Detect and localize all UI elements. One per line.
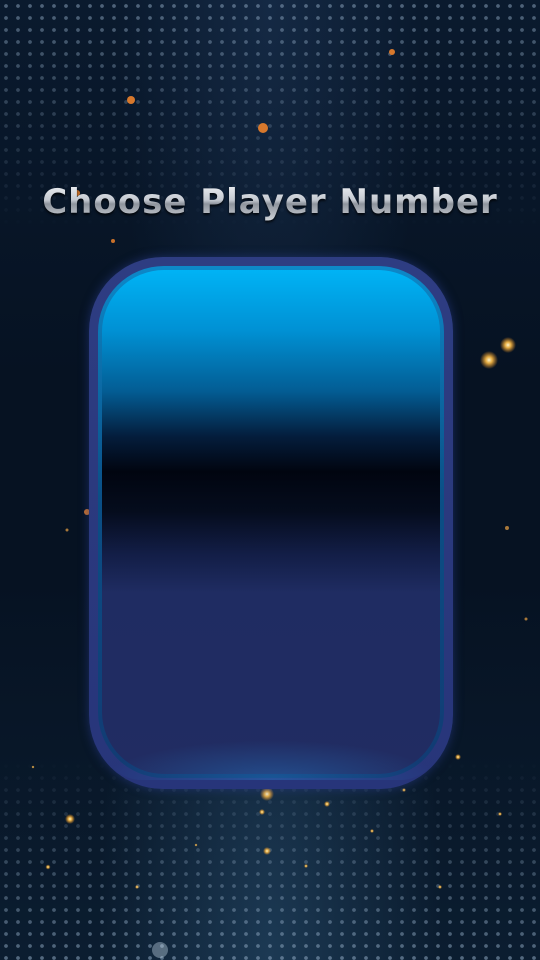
sparkle	[500, 337, 516, 353]
sparkle	[455, 754, 461, 760]
sparkle	[324, 801, 330, 807]
sparkle	[402, 788, 406, 792]
player-card-glow	[102, 740, 440, 780]
game-screen: Choose Player Number	[0, 0, 540, 960]
sparkle	[304, 864, 308, 868]
sparkle	[498, 812, 502, 816]
sparkle	[370, 829, 374, 833]
player-number-selector-card[interactable]	[102, 270, 440, 774]
sparkle	[505, 526, 509, 530]
sparkle	[260, 787, 274, 801]
sparkle	[127, 96, 135, 104]
sparkle	[194, 843, 198, 847]
sparkle	[263, 847, 271, 855]
sparkle	[135, 885, 139, 889]
sparkle	[259, 809, 265, 815]
sparkle	[480, 351, 498, 369]
sparkle	[152, 942, 168, 958]
sparkle	[111, 239, 115, 243]
page-title: Choose Player Number	[0, 182, 540, 222]
sparkle	[524, 617, 528, 621]
sparkle	[438, 885, 442, 889]
sparkle	[258, 123, 268, 133]
sparkle	[65, 814, 75, 824]
sparkle	[65, 528, 69, 532]
sparkle	[45, 864, 51, 870]
sparkle	[31, 765, 35, 769]
sparkle	[389, 49, 395, 55]
